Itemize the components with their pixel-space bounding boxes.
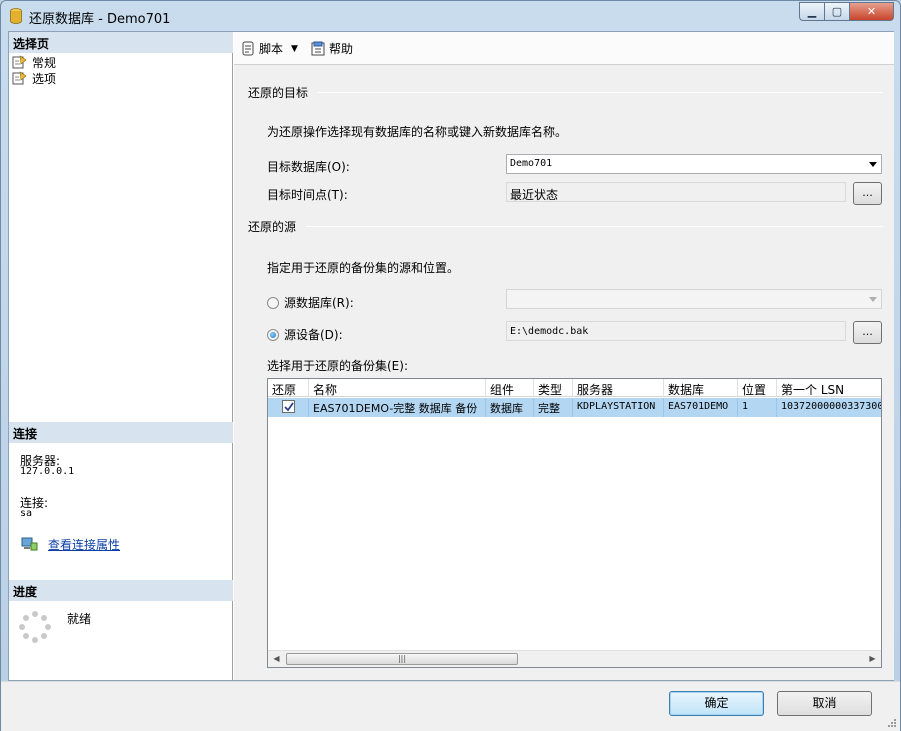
window-controls: ▁ ▢ ✕ xyxy=(799,2,894,21)
scrollbar-thumb[interactable]: ||| xyxy=(286,653,518,665)
target-db-combo[interactable]: Demo701 xyxy=(506,154,882,174)
resize-grip-icon[interactable] xyxy=(887,718,897,728)
cancel-button[interactable]: 取消 xyxy=(777,691,872,716)
source-device-browse-button[interactable]: ... xyxy=(853,321,882,344)
script-label: 脚本 xyxy=(259,42,284,56)
minimize-icon: ▁ xyxy=(807,5,817,18)
ok-button[interactable]: 确定 xyxy=(669,691,764,716)
name-cell: EAS701DEMO-完整 数据库 备份 xyxy=(309,398,486,417)
column-header[interactable]: 位置 xyxy=(738,379,777,397)
title-bar[interactable]: 还原数据库 - Demo701 ▁ ▢ ✕ xyxy=(1,1,900,31)
restore-checkbox[interactable] xyxy=(281,400,295,413)
type-cell: 完整 xyxy=(534,398,573,417)
view-connection-properties-link[interactable]: 查看连接属性 xyxy=(48,536,120,553)
dropdown-arrow-icon[interactable]: ▼ xyxy=(291,44,298,54)
help-icon xyxy=(311,41,325,56)
database-icon xyxy=(10,8,22,24)
source-db-combo[interactable] xyxy=(506,289,882,309)
radio-button-icon xyxy=(267,296,279,309)
source-db-radio[interactable]: 源数据库(R): xyxy=(267,294,354,311)
target-time-label: 目标时间点(T): xyxy=(267,188,348,202)
source-device-label: 源设备(D): xyxy=(284,328,343,342)
column-header[interactable]: 还原 xyxy=(268,379,309,397)
toolbar: 脚本 ▼ 帮助 xyxy=(234,32,894,65)
server-value: 127.0.0.1 xyxy=(20,466,75,477)
radio-button-selected-icon xyxy=(267,328,279,341)
table-row[interactable]: EAS701DEMO-完整 数据库 备份 数据库 完整 KDPLAYSTATIO… xyxy=(268,398,881,417)
target-time-value: 最近状态 xyxy=(510,188,559,202)
target-time-browse-button[interactable]: ... xyxy=(853,182,882,205)
column-header[interactable]: 名称 xyxy=(309,379,486,397)
dialog-client: 选择页 常规 选项 连接 服务器: 127.0.0.1 连接: sa 查看连接属… xyxy=(8,31,894,681)
target-group-title: 还原的目标 xyxy=(248,86,309,100)
source-group-title: 还原的源 xyxy=(248,220,297,234)
progress-status: 就绪 xyxy=(67,612,92,626)
select-page-header: 选择页 xyxy=(9,32,233,53)
position-cell: 1 xyxy=(738,398,777,417)
source-device-value: E:\demodc.bak xyxy=(510,326,589,337)
right-pane: 脚本 ▼ 帮助 还原的目标 为还原操作选择现有数据库的名称或键入新数据库名称。 … xyxy=(234,32,894,680)
scroll-left-icon[interactable]: ◀ xyxy=(268,651,285,667)
source-device-radio[interactable]: 源设备(D): xyxy=(267,326,343,343)
column-header[interactable]: 类型 xyxy=(534,379,573,397)
group-divider xyxy=(306,226,883,227)
chevron-down-icon xyxy=(869,297,877,302)
target-db-label: 目标数据库(O): xyxy=(267,160,350,174)
grip-icon: ||| xyxy=(397,654,407,663)
minimize-button[interactable]: ▁ xyxy=(799,2,825,21)
nav-item-label: 选项 xyxy=(32,71,57,86)
target-db-value: Demo701 xyxy=(510,158,553,169)
nav-item-label: 常规 xyxy=(32,55,57,70)
restore-database-window: 还原数据库 - Demo701 ▁ ▢ ✕ 选择页 常规 选项 连接 服务器: … xyxy=(0,0,901,731)
page-icon xyxy=(12,55,27,69)
server-cell: KDPLAYSTATION xyxy=(573,398,664,417)
nav-item-options[interactable]: 选项 xyxy=(12,70,56,86)
connection-value: sa xyxy=(20,508,33,519)
script-icon xyxy=(242,41,254,56)
connection-header: 连接 xyxy=(9,422,233,443)
group-divider xyxy=(318,92,883,93)
maximize-icon: ▢ xyxy=(831,5,843,18)
column-header[interactable]: 组件 xyxy=(486,379,534,397)
source-description: 指定用于还原的备份集的源和位置。 xyxy=(267,261,460,275)
connection-properties-icon xyxy=(21,537,38,551)
close-icon: ✕ xyxy=(866,5,877,18)
page-icon xyxy=(12,71,27,85)
target-description: 为还原操作选择现有数据库的名称或键入新数据库名称。 xyxy=(267,125,568,139)
progress-header: 进度 xyxy=(9,580,233,601)
source-device-field: E:\demodc.bak xyxy=(506,321,846,341)
column-header[interactable]: 第一个 LSN xyxy=(777,379,881,397)
target-time-field: 最近状态 xyxy=(506,182,846,202)
chevron-down-icon xyxy=(869,162,877,167)
restore-cell[interactable] xyxy=(268,398,309,417)
progress-spinner-icon xyxy=(19,611,51,643)
maximize-button[interactable]: ▢ xyxy=(825,2,850,21)
script-button[interactable]: 脚本 ▼ xyxy=(241,40,298,57)
component-cell: 数据库 xyxy=(486,398,534,417)
close-button[interactable]: ✕ xyxy=(850,2,894,21)
horizontal-scrollbar[interactable]: ◀ ||| ▶ xyxy=(268,650,881,667)
scroll-right-icon[interactable]: ▶ xyxy=(864,651,881,667)
backup-sets-grid[interactable]: 还原 名称 组件 类型 服务器 数据库 位置 第一个 LSN EAS701DEM… xyxy=(267,378,882,668)
first-lsn-cell: 1037200000033730001 xyxy=(781,401,881,412)
backup-sets-label: 选择用于还原的备份集(E): xyxy=(267,359,408,373)
nav-item-general[interactable]: 常规 xyxy=(12,54,56,70)
column-header[interactable]: 数据库 xyxy=(664,379,738,397)
source-db-label: 源数据库(R): xyxy=(284,296,354,310)
grid-header: 还原 名称 组件 类型 服务器 数据库 位置 第一个 LSN xyxy=(268,379,881,397)
database-cell: EAS701DEMO xyxy=(664,398,738,417)
dialog-footer: 确定 取消 xyxy=(1,681,900,731)
checkmark-icon xyxy=(283,402,294,412)
column-header[interactable]: 服务器 xyxy=(573,379,664,397)
help-label: 帮助 xyxy=(329,42,354,56)
help-button[interactable]: 帮助 xyxy=(311,40,353,57)
left-pane: 选择页 常规 选项 连接 服务器: 127.0.0.1 连接: sa 查看连接属… xyxy=(9,32,233,680)
window-title: 还原数据库 - Demo701 xyxy=(29,12,171,27)
